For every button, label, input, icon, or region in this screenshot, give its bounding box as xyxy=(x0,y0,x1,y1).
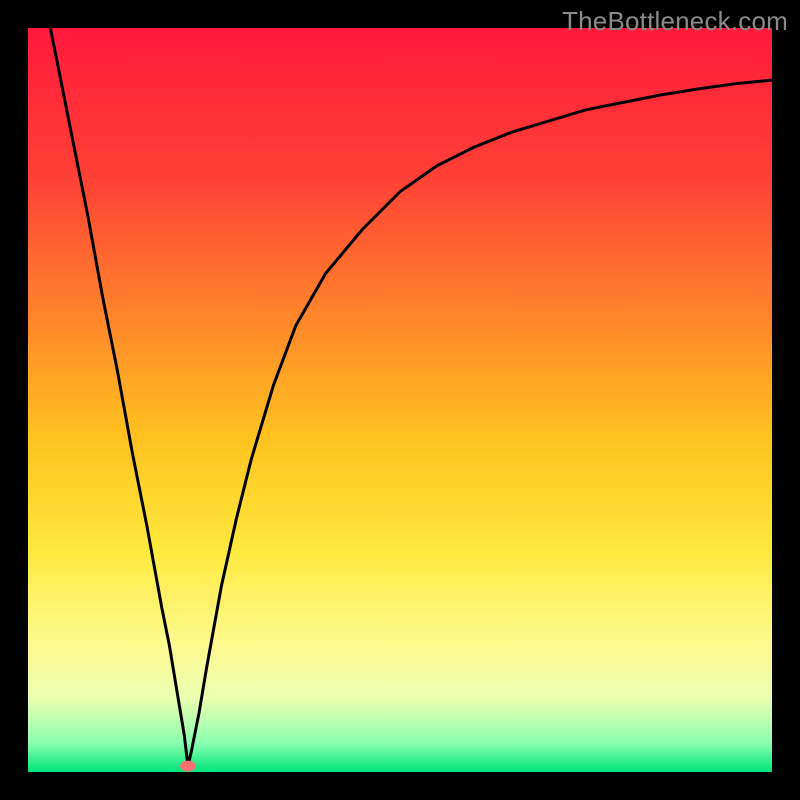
chart-background xyxy=(28,28,772,772)
chart-container: TheBottleneck.com xyxy=(0,0,800,800)
bottleneck-chart xyxy=(0,0,800,800)
watermark-label: TheBottleneck.com xyxy=(562,6,788,37)
optimal-point-marker xyxy=(180,761,196,772)
